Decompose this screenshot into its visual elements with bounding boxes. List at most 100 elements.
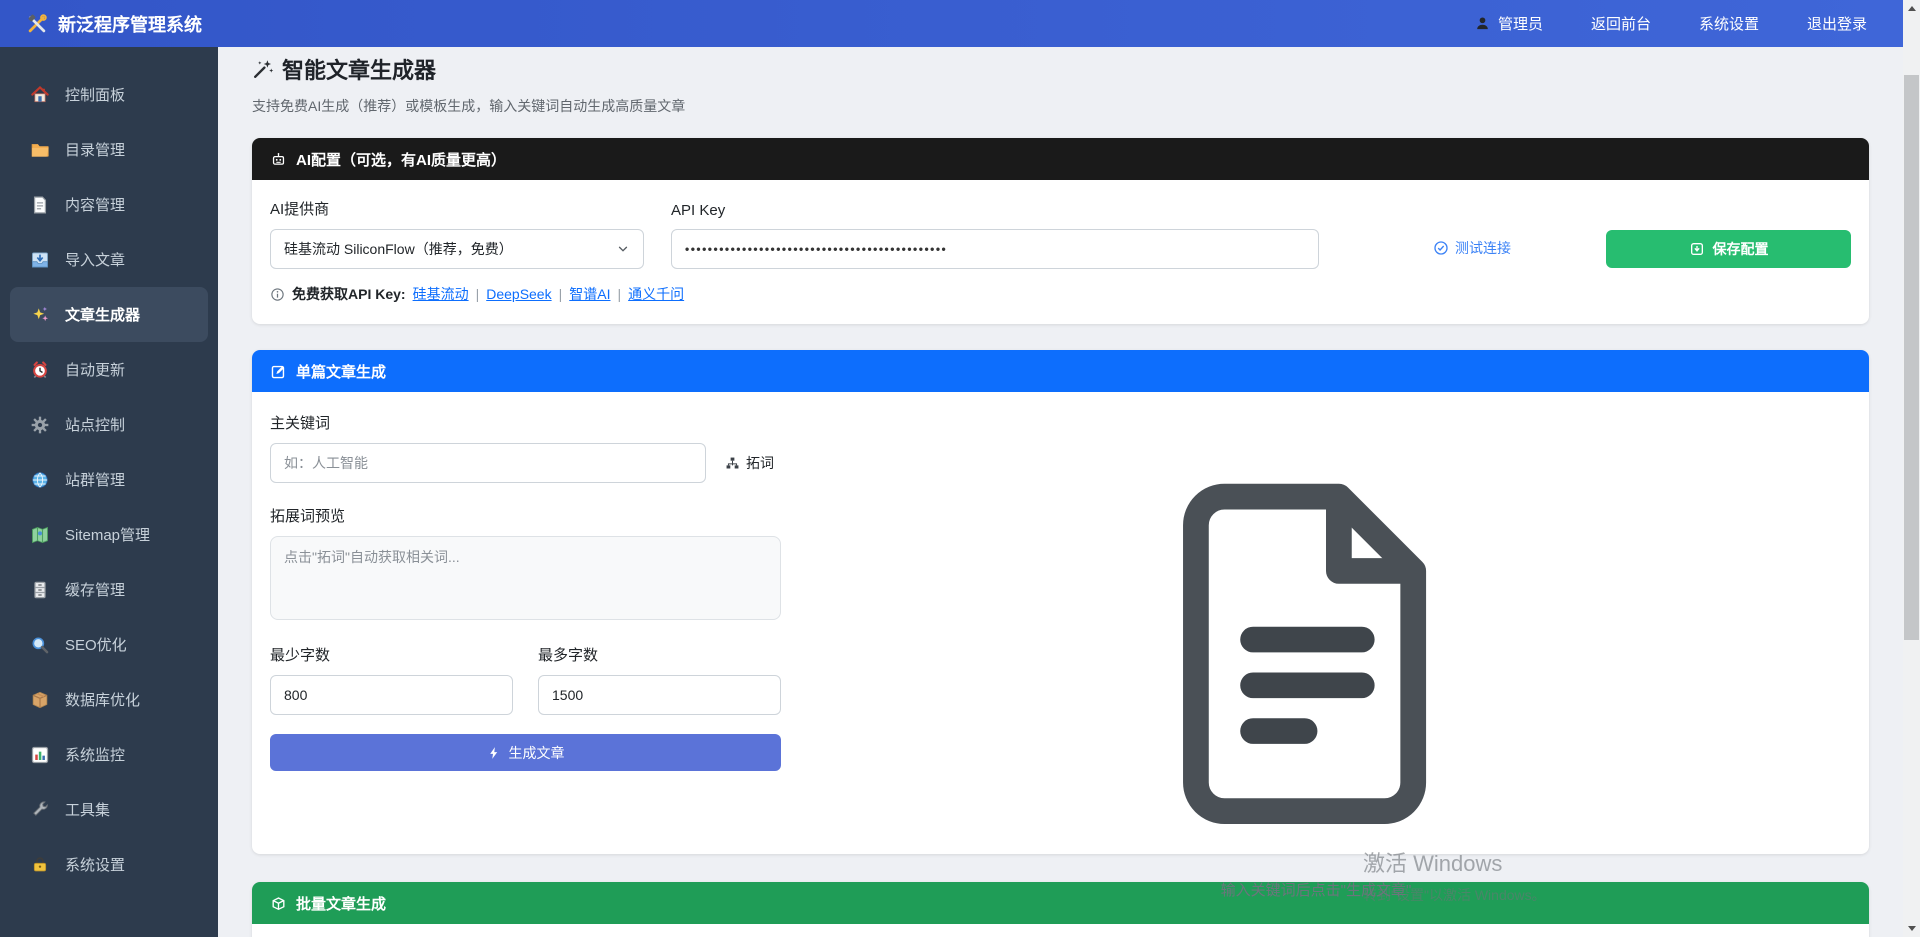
sidebar-item-控制面板[interactable]: 控制面板 (0, 67, 218, 122)
sidebar-item-sitemap管理[interactable]: Sitemap管理 (0, 507, 218, 562)
gear-icon (30, 415, 50, 435)
home-icon (30, 85, 50, 105)
sidebar-item-站点控制[interactable]: 站点控制 (0, 397, 218, 452)
api-key-input[interactable]: ••••••••••••••••••••••••••••••••••••••••… (671, 229, 1319, 269)
batch-generation-card: 批量文章生成 关键词列表（每行一个） 人工智能 大数据 生成进度与结果 批量生成… (252, 882, 1869, 937)
expand-words-button[interactable]: 拓词 (725, 453, 774, 473)
api-key-label: API Key (671, 202, 1319, 219)
top-navbar: 新泛程序管理系统 管理员 返回前台 系统设置 退出登录 (0, 0, 1903, 47)
preview-placeholder: 点击"拓词"自动获取相关词... (284, 549, 460, 565)
sidebar-item-目录管理[interactable]: 目录管理 (0, 122, 218, 177)
ai-config-body: AI提供商 硅基流动 SiliconFlow（推荐，免费） API Key ••… (252, 180, 1869, 324)
sitemap-tree-icon (725, 456, 740, 471)
package-icon (30, 690, 50, 710)
lock-icon (30, 855, 50, 875)
lightning-icon (487, 746, 501, 760)
single-generation-body: 主关键词 如：人工智能 拓词 拓展词预览 点击"拓词"自动获取相关词... (252, 392, 1869, 854)
app-window: 新泛程序管理系统 管理员返回前台系统设置退出登录 控制面板目录管理内容管理导入文… (0, 0, 1920, 937)
ai-config-header: AI配置（可选，有AI质量更高） (252, 138, 1869, 180)
scrollbar-thumb[interactable] (1904, 75, 1919, 640)
box-icon (270, 895, 287, 912)
chevron-down-icon (616, 242, 630, 256)
expanded-words-textarea[interactable]: 点击"拓词"自动获取相关词... (270, 536, 781, 620)
search-icon (30, 635, 50, 655)
scrollbar-up-arrow[interactable] (1903, 0, 1920, 17)
folder-icon (30, 140, 50, 160)
hint-prefix: 免费获取API Key: (292, 284, 406, 304)
api-provider-link-0[interactable]: 硅基流动 (413, 284, 469, 304)
preview-label: 拓展词预览 (270, 505, 781, 526)
single-generation-header: 单篇文章生成 (252, 350, 1869, 392)
sidebar-item-数据库优化[interactable]: 数据库优化 (0, 672, 218, 727)
single-generation-card: 单篇文章生成 主关键词 如：人工智能 拓词 拓展词预览 (252, 350, 1869, 854)
sidebar-item-文章生成器[interactable]: 文章生成器 (10, 287, 208, 342)
sidebar-item-seo优化[interactable]: SEO优化 (0, 617, 218, 672)
nav-item-admin[interactable]: 管理员 (1474, 13, 1543, 34)
vertical-scrollbar[interactable] (1903, 0, 1920, 937)
edit-square-icon (270, 363, 287, 380)
document-outline-icon (1133, 821, 1499, 838)
keyword-label: 主关键词 (270, 412, 781, 433)
app-logo: 新泛程序管理系统 (26, 11, 202, 37)
api-key-hint: 免费获取API Key: 硅基流动DeepSeek智谱AI通义千问 (270, 284, 1851, 304)
info-icon (270, 287, 285, 302)
nav-item-system-settings[interactable]: 系统设置 (1699, 13, 1759, 34)
sidebar-item-缓存管理[interactable]: 缓存管理 (0, 562, 218, 617)
main-content: 智能文章生成器 支持免费AI生成（推荐）或模板生成，输入关键词自动生成高质量文章… (218, 47, 1903, 937)
max-words-value: 1500 (552, 687, 583, 703)
user-icon (1474, 15, 1491, 32)
robot-icon (270, 151, 287, 168)
navbar-menu: 管理员 返回前台 系统设置 退出登录 (1474, 13, 1867, 34)
max-words-label: 最多字数 (538, 644, 781, 665)
api-key-provider-links: 硅基流动DeepSeek智谱AI通义千问 (413, 284, 685, 304)
chart-icon (30, 745, 50, 765)
page-title-text: 智能文章生成器 (282, 53, 436, 85)
min-words-label: 最少字数 (270, 644, 513, 665)
scrollbar-down-arrow[interactable] (1903, 920, 1920, 937)
save-config-button[interactable]: 保存配置 (1606, 230, 1851, 268)
save-icon (1689, 241, 1705, 257)
sidebar-item-站群管理[interactable]: 站群管理 (0, 452, 218, 507)
app-title: 新泛程序管理系统 (58, 11, 202, 37)
magic-wand-icon (252, 58, 274, 80)
page-subtitle: 支持免费AI生成（推荐）或模板生成，输入关键词自动生成高质量文章 (252, 96, 1869, 116)
provider-selected-value: 硅基流动 SiliconFlow（推荐，免费） (284, 239, 513, 259)
nav-item-logout[interactable]: 退出登录 (1807, 13, 1867, 34)
provider-label: AI提供商 (270, 198, 644, 219)
check-circle-icon (1433, 240, 1449, 256)
wrench-icon (30, 800, 50, 820)
alarm-icon (30, 360, 50, 380)
globe-icon (30, 470, 50, 490)
max-words-input[interactable]: 1500 (538, 675, 781, 715)
sidebar-item-内容管理[interactable]: 内容管理 (0, 177, 218, 232)
api-provider-link-1[interactable]: DeepSeek (469, 286, 552, 302)
batch-generation-body: 关键词列表（每行一个） 人工智能 大数据 生成进度与结果 批量生成结果将显示在这… (252, 924, 1869, 937)
sidebar-item-系统设置[interactable]: 系统设置 (0, 837, 218, 892)
keyword-placeholder: 如：人工智能 (284, 453, 368, 473)
empty-state-hint: 输入关键词后点击"生成文章" (1133, 879, 1499, 900)
cabinet-icon (30, 580, 50, 600)
ai-config-header-text: AI配置（可选，有AI质量更高） (296, 149, 506, 170)
doc-icon (30, 195, 50, 215)
generate-article-button[interactable]: 生成文章 (270, 734, 781, 771)
sidebar-item-导入文章[interactable]: 导入文章 (0, 232, 218, 287)
sparkles-icon (30, 305, 50, 325)
batch-generation-header: 批量文章生成 (252, 882, 1869, 924)
sidebar-item-自动更新[interactable]: 自动更新 (0, 342, 218, 397)
map-icon (30, 525, 50, 545)
page-title: 智能文章生成器 (252, 53, 1869, 85)
nav-item-back-to-front[interactable]: 返回前台 (1591, 13, 1651, 34)
provider-select[interactable]: 硅基流动 SiliconFlow（推荐，免费） (270, 229, 644, 269)
hammer-wrench-icon (26, 13, 48, 35)
sidebar-item-系统监控[interactable]: 系统监控 (0, 727, 218, 782)
test-connection-link[interactable]: 测试连接 (1433, 238, 1511, 258)
min-words-input[interactable]: 800 (270, 675, 513, 715)
batch-generation-header-text: 批量文章生成 (296, 893, 386, 914)
api-provider-link-3[interactable]: 通义千问 (610, 284, 684, 304)
single-generation-header-text: 单篇文章生成 (296, 361, 386, 382)
sidebar-item-工具集[interactable]: 工具集 (0, 782, 218, 837)
api-provider-link-2[interactable]: 智谱AI (552, 284, 611, 304)
ai-config-card: AI配置（可选，有AI质量更高） AI提供商 硅基流动 SiliconFlow（… (252, 138, 1869, 324)
keyword-input[interactable]: 如：人工智能 (270, 443, 706, 483)
sidebar-nav: 控制面板目录管理内容管理导入文章文章生成器自动更新站点控制站群管理Sitemap… (0, 47, 218, 937)
